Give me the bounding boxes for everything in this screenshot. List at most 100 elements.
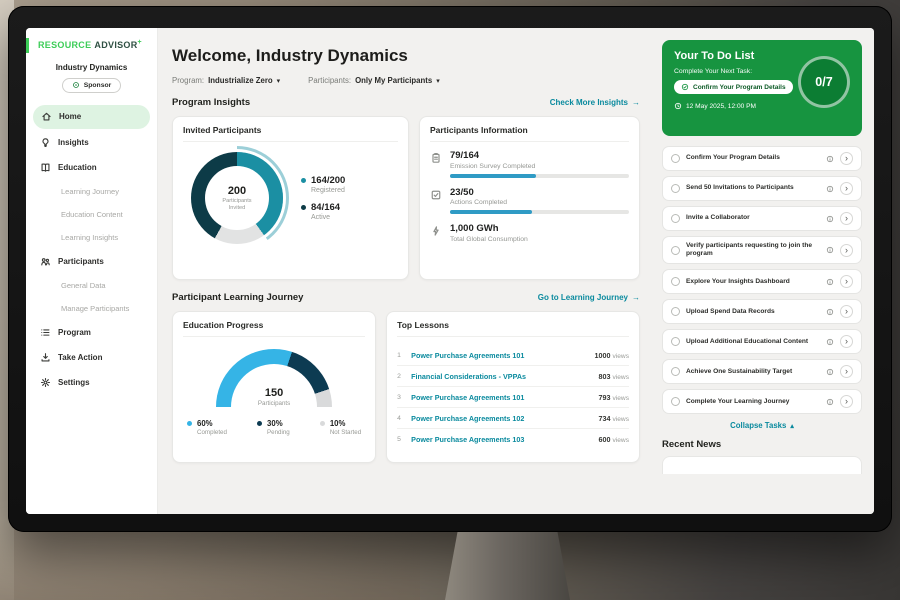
task-checkbox[interactable] <box>671 367 680 376</box>
chevron-right-icon[interactable]: › <box>840 335 853 348</box>
task-item[interactable]: Complete Your Learning Journey› <box>662 389 862 414</box>
task-item[interactable]: Verify participants requesting to join t… <box>662 236 862 264</box>
task-checkbox[interactable] <box>671 246 680 255</box>
sidebar-item-home[interactable]: Home <box>33 105 150 129</box>
link-label: Check More Insights <box>550 98 628 107</box>
home-icon <box>41 111 52 122</box>
participants-filter[interactable]: Participants:Only My Participants▾ <box>308 76 440 85</box>
task-label: Achieve One Sustainability Target <box>686 368 820 376</box>
go-to-learning-journey-link[interactable]: Go to Learning Journey → <box>538 293 640 302</box>
sidebar-item-learning-insights[interactable]: Learning Insights <box>26 227 157 248</box>
app-logo: RESOURCEADVISOR+ <box>26 38 157 53</box>
sidebar-item-take-action[interactable]: Take Action <box>26 346 157 369</box>
lesson-row: 3Power Purchase Agreements 101793views <box>397 387 629 408</box>
task-item[interactable]: Invite a Collaborator› <box>662 206 862 231</box>
filter-value: Only My Participants <box>355 76 432 85</box>
sidebar-item-label: Insights <box>58 138 89 147</box>
energy-icon <box>430 225 442 237</box>
sidebar-item-program[interactable]: Program <box>26 321 157 344</box>
metric-label: Total Global Consumption <box>450 236 629 243</box>
lesson-link[interactable]: Power Purchase Agreements 102 <box>411 414 592 423</box>
task-item[interactable]: Send 50 Invitations to Participants› <box>662 176 862 201</box>
sidebar-item-insights[interactable]: Insights <box>26 131 157 154</box>
chevron-right-icon[interactable]: › <box>840 182 853 195</box>
program-filter[interactable]: Program:Industrialize Zero▾ <box>172 76 280 85</box>
chevron-right-icon[interactable]: › <box>840 244 853 257</box>
info-icon[interactable] <box>826 185 834 193</box>
info-icon[interactable] <box>826 338 834 346</box>
info-icon[interactable] <box>826 308 834 316</box>
info-icon[interactable] <box>826 398 834 406</box>
donut-chart: 200 Participants Invited <box>191 152 283 244</box>
lesson-views: 793views <box>599 393 630 402</box>
task-label: Upload Spend Data Records <box>686 308 820 316</box>
legend-dot <box>301 205 306 210</box>
legend-label: Completed <box>197 429 227 436</box>
filters: Program:Industrialize Zero▾ Participants:… <box>172 76 640 85</box>
task-checkbox[interactable] <box>671 307 680 316</box>
lesson-row: 5Power Purchase Agreements 103600views <box>397 429 629 449</box>
collapse-label: Collapse Tasks <box>730 421 786 430</box>
task-item[interactable]: Upload Additional Educational Content › <box>662 329 862 354</box>
task-label: Upload Additional Educational Content <box>686 338 820 346</box>
sidebar-menu: Home Insights EducationLearning JourneyEdu… <box>26 105 157 394</box>
sidebar-item-education-content[interactable]: Education Content <box>26 204 157 225</box>
sidebar-item-manage-participants[interactable]: Manage Participants <box>26 298 157 319</box>
lesson-link[interactable]: Financial Considerations - VPPAs <box>411 372 592 381</box>
task-checkbox[interactable] <box>671 397 680 406</box>
info-icon[interactable] <box>826 368 834 376</box>
task-item[interactable]: Upload Spend Data Records › <box>662 299 862 324</box>
legend-item: 60%Completed <box>187 419 227 436</box>
chevron-right-icon[interactable]: › <box>840 152 853 165</box>
task-item[interactable]: Explore Your Insights Dashboard› <box>662 269 862 294</box>
sidebar-item-label: Participants <box>58 257 104 266</box>
next-task-pill[interactable]: Confirm Your Program Details <box>674 80 793 94</box>
progress-bar-fill <box>450 210 532 214</box>
next-task-label: Confirm Your Program Details <box>693 84 786 91</box>
task-checkbox[interactable] <box>671 184 680 193</box>
check-more-insights-link[interactable]: Check More Insights → <box>550 98 640 107</box>
lesson-link[interactable]: Power Purchase Agreements 101 <box>411 351 588 360</box>
info-icon[interactable] <box>826 155 834 163</box>
metric-row: 79/164Emission Survey Completed <box>430 150 629 178</box>
task-checkbox[interactable] <box>671 277 680 286</box>
task-checkbox[interactable] <box>671 337 680 346</box>
gauge-center-value: 150 <box>216 387 332 399</box>
task-checkbox[interactable] <box>671 214 680 223</box>
sidebar-item-label: Program <box>58 328 91 337</box>
checklist-icon <box>430 189 442 201</box>
lesson-link[interactable]: Power Purchase Agreements 101 <box>411 393 592 402</box>
task-item[interactable]: Achieve One Sustainability Target › <box>662 359 862 384</box>
sidebar-item-settings[interactable]: Settings <box>26 371 157 394</box>
lesson-link[interactable]: Power Purchase Agreements 103 <box>411 435 592 444</box>
chevron-right-icon[interactable]: › <box>840 305 853 318</box>
legend-value: 84/164 <box>311 202 340 213</box>
arrow-right-icon: → <box>632 293 640 302</box>
sidebar-item-learning-journey[interactable]: Learning Journey <box>26 181 157 202</box>
chevron-right-icon[interactable]: › <box>840 212 853 225</box>
card-title: Participants Information <box>430 125 629 142</box>
info-icon[interactable] <box>826 278 834 286</box>
sponsor-badge[interactable]: Sponsor <box>62 78 122 93</box>
sidebar-item-label: Take Action <box>58 353 102 362</box>
legend-item: 30%Pending <box>257 419 290 436</box>
donut-center-value: 200 <box>228 185 246 197</box>
section-title-program-insights: Program Insights <box>172 97 250 108</box>
todo-due-text: 12 May 2025, 12:00 PM <box>686 103 756 110</box>
card-title: Top Lessons <box>397 320 629 337</box>
sidebar-item-participants[interactable]: Participants <box>26 250 157 273</box>
chevron-right-icon[interactable]: › <box>840 365 853 378</box>
lesson-rank: 1 <box>397 352 405 359</box>
sidebar-item-education[interactable]: Education <box>26 156 157 179</box>
legend-label: Pending <box>267 429 290 436</box>
task-label: Confirm Your Program Details <box>686 154 820 162</box>
info-icon[interactable] <box>826 246 834 254</box>
collapse-tasks-link[interactable]: Collapse Tasks ▴ <box>662 421 862 430</box>
info-icon[interactable] <box>826 215 834 223</box>
chevron-right-icon[interactable]: › <box>840 395 853 408</box>
progress-bar-fill <box>450 174 536 178</box>
task-checkbox[interactable] <box>671 154 680 163</box>
task-item[interactable]: Confirm Your Program Details › <box>662 146 862 171</box>
sidebar-item-general-data[interactable]: General Data <box>26 275 157 296</box>
chevron-right-icon[interactable]: › <box>840 275 853 288</box>
